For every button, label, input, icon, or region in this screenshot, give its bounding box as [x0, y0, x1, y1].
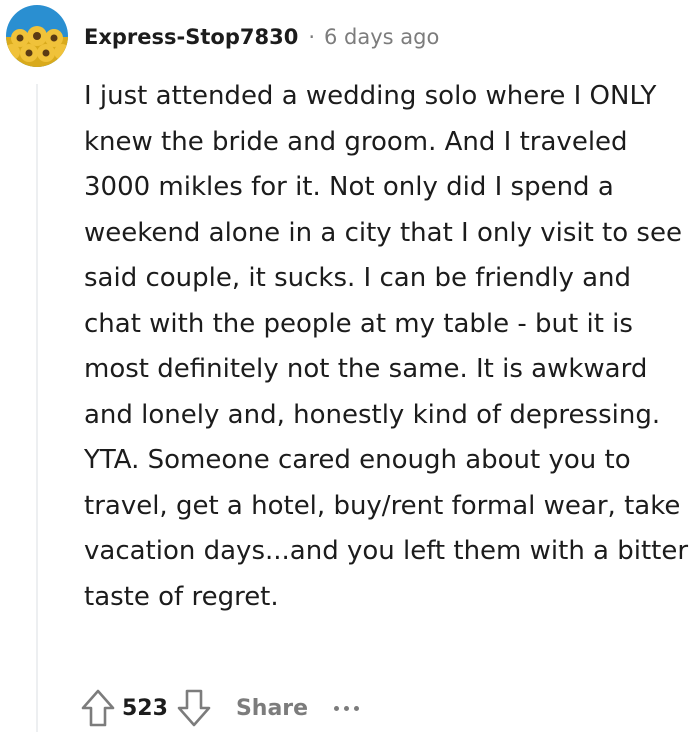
comment-header: Express-Stop7830 · 6 days ago	[84, 20, 439, 54]
author-username[interactable]: Express-Stop7830	[84, 25, 298, 49]
share-button[interactable]: Share	[236, 696, 308, 721]
more-options-button[interactable]	[334, 686, 360, 730]
comment-actions: 523 Share	[78, 682, 360, 734]
upvote-arrow-icon	[81, 689, 115, 727]
sunflower-avatar-icon	[6, 5, 68, 67]
comment-timestamp[interactable]: 6 days ago	[324, 25, 439, 49]
vote-score: 523	[122, 695, 168, 721]
more-options-icon	[334, 705, 360, 711]
upvote-button[interactable]	[78, 686, 118, 730]
avatar[interactable]	[6, 5, 68, 67]
downvote-button[interactable]	[174, 686, 214, 730]
thread-collapse-line[interactable]	[36, 84, 38, 732]
downvote-arrow-icon	[177, 689, 211, 727]
meta-separator: ·	[308, 25, 315, 49]
comment-body: I just attended a wedding solo where I O…	[84, 81, 689, 612]
